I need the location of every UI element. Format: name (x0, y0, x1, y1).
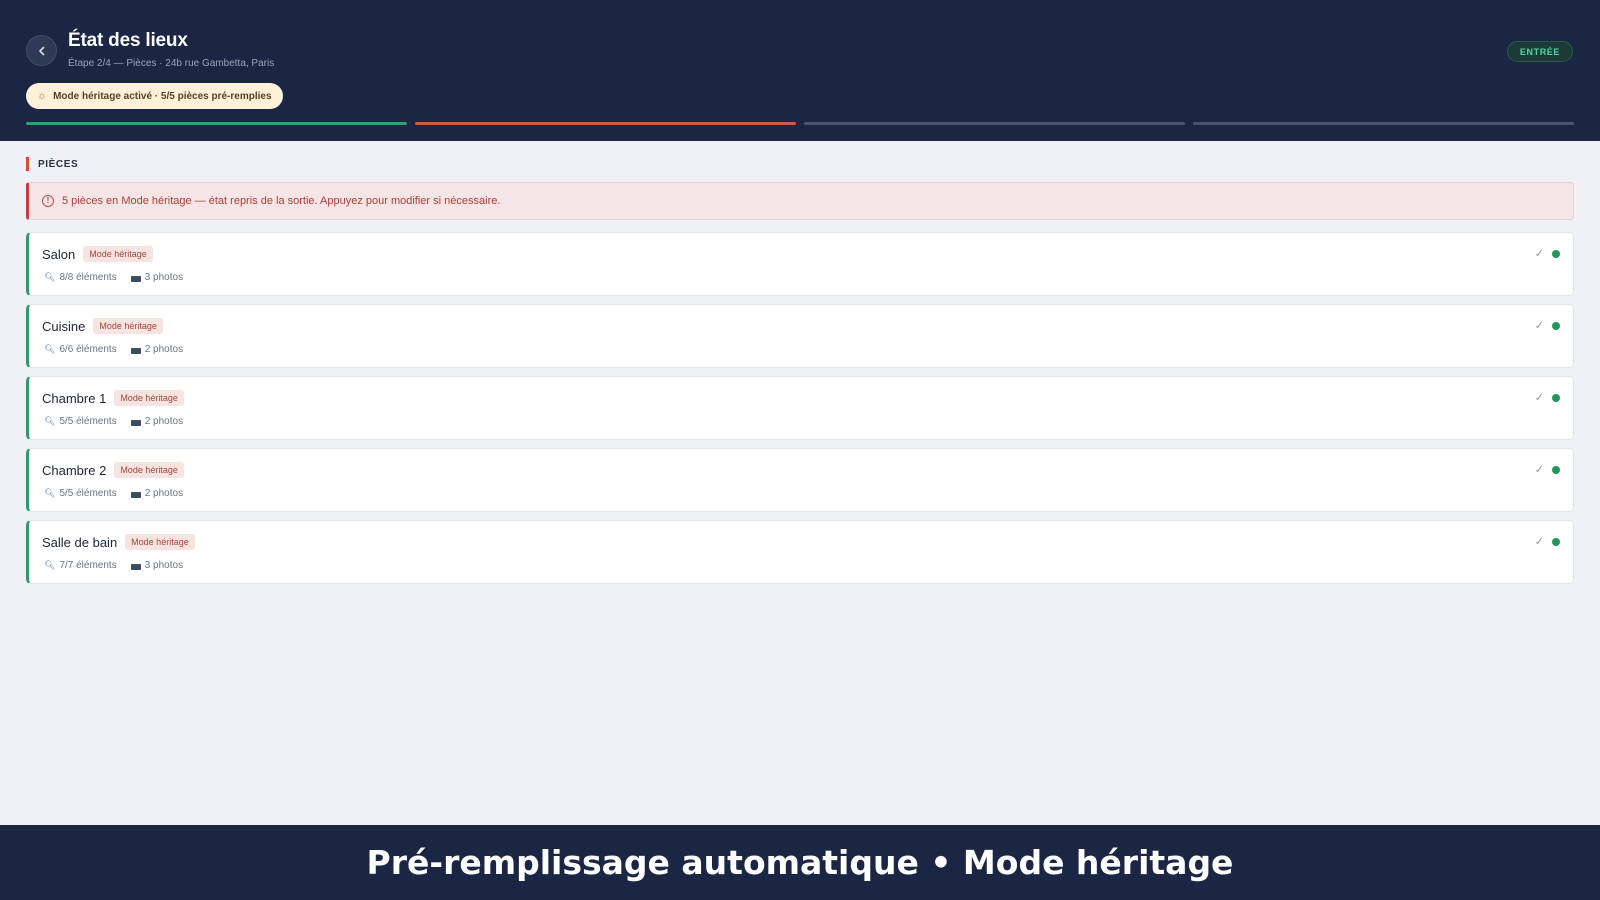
check-icon: ✓ (1534, 248, 1544, 260)
room-header: Chambre 1 Mode héritage (42, 390, 184, 406)
status-badge: ENTRÉE (1506, 41, 1573, 62)
room-card[interactable]: Salon Mode héritage 🔍︎ 8/8 éléments 3 photos… (26, 232, 1574, 296)
elements-count-label: 5/5 éléments (59, 488, 117, 499)
alert-circle-icon: ! (42, 195, 54, 207)
elements-count-label: 8/8 éléments (59, 272, 117, 283)
progress-step-4 (1193, 122, 1574, 125)
room-meta: 🔍︎ 8/8 éléments 3 photos (44, 272, 183, 283)
room-card[interactable]: Chambre 2 Mode héritage 🔍︎ 5/5 éléments 2 ph… (26, 448, 1574, 512)
magnifier-icon: 🔍︎ (44, 272, 56, 282)
back-button[interactable] (26, 35, 57, 66)
elements-count: 🔍︎ 6/6 éléments (44, 344, 117, 355)
photos-count-label: 3 photos (144, 560, 184, 571)
room-meta: 🔍︎ 7/7 éléments 3 photos (44, 560, 183, 571)
room-name: Chambre 1 (42, 390, 107, 406)
heritage-tag: Mode héritage (114, 390, 184, 406)
camera-icon (130, 563, 141, 570)
check-icon: ✓ (1534, 464, 1544, 476)
section-title: PIÈCES (26, 157, 78, 171)
elements-count-label: 7/7 éléments (59, 560, 117, 571)
room-list: Salon Mode héritage 🔍︎ 8/8 éléments 3 photos… (26, 232, 1574, 592)
check-icon: ✓ (1534, 392, 1544, 404)
progress-step-1 (26, 122, 407, 125)
heritage-tag: Mode héritage (93, 318, 163, 334)
photos-count-label: 3 photos (144, 272, 184, 283)
status-dot (1552, 249, 1560, 258)
status-dot (1552, 537, 1560, 546)
page-subtitle: Étape 2/4 — Pièces · 24b rue Gambetta, P… (68, 58, 275, 69)
status-dot (1552, 321, 1560, 330)
alert-text: 5 pièces en Mode héritage — état repris … (62, 195, 501, 207)
photos-count: 2 photos (130, 488, 184, 499)
progress-step-3 (804, 122, 1185, 125)
room-status: ✓ (1535, 535, 1560, 548)
photos-count-label: 2 photos (144, 344, 184, 355)
magnifier-icon: 🔍︎ (44, 488, 56, 498)
caption-text: Pré-remplissage automatique • Mode hérit… (366, 843, 1234, 882)
heritage-mode-pill[interactable]: ☼ Mode héritage activé · 5/5 pièces pré-… (26, 83, 283, 109)
room-name: Chambre 2 (42, 462, 107, 478)
progress-step-2 (415, 122, 796, 125)
room-meta: 🔍︎ 5/5 éléments 2 photos (44, 416, 183, 427)
room-card[interactable]: Cuisine Mode héritage 🔍︎ 6/6 éléments 2 phot… (26, 304, 1574, 368)
photos-count: 3 photos (130, 560, 184, 571)
heritage-tag: Mode héritage (125, 534, 195, 550)
room-header: Chambre 2 Mode héritage (42, 462, 184, 478)
step-progress-bar (26, 122, 1574, 125)
camera-icon (130, 275, 141, 282)
check-icon: ✓ (1534, 536, 1544, 548)
camera-icon (130, 419, 141, 426)
magnifier-icon: 🔍︎ (44, 344, 56, 354)
page-title: État des lieux (68, 30, 188, 51)
room-card[interactable]: Salle de bain Mode héritage 🔍︎ 7/7 éléments… (26, 520, 1574, 584)
photos-count: 2 photos (130, 344, 184, 355)
heritage-tag: Mode héritage (114, 462, 184, 478)
heritage-mode-label: Mode héritage activé · 5/5 pièces pré-re… (53, 90, 272, 102)
photos-count: 2 photos (130, 416, 184, 427)
elements-count: 🔍︎ 5/5 éléments (44, 488, 117, 499)
camera-icon (130, 347, 141, 354)
room-name: Salle de bain (42, 534, 118, 550)
elements-count: 🔍︎ 7/7 éléments (44, 560, 117, 571)
chevron-left-icon (38, 46, 44, 55)
caption-bar: Pré-remplissage automatique • Mode hérit… (0, 825, 1600, 900)
photos-count-label: 2 photos (144, 488, 184, 499)
magnifier-icon: 🔍︎ (44, 560, 56, 570)
room-meta: 🔍︎ 6/6 éléments 2 photos (44, 344, 183, 355)
room-status: ✓ (1535, 247, 1560, 260)
check-icon: ✓ (1534, 320, 1544, 332)
status-dot (1552, 393, 1560, 402)
room-status: ✓ (1535, 463, 1560, 476)
room-header: Salon Mode héritage (42, 246, 153, 262)
camera-icon (130, 491, 141, 498)
elements-count-label: 6/6 éléments (59, 344, 117, 355)
elements-count-label: 5/5 éléments (59, 416, 117, 427)
room-card[interactable]: Chambre 1 Mode héritage 🔍︎ 5/5 éléments 2 ph… (26, 376, 1574, 440)
heritage-tag: Mode héritage (83, 246, 153, 262)
room-header: Cuisine Mode héritage (42, 318, 163, 334)
room-header: Salle de bain Mode héritage (42, 534, 195, 550)
photos-count-label: 2 photos (144, 416, 184, 427)
room-name: Salon (42, 246, 76, 262)
magnifier-icon: 🔍︎ (44, 416, 56, 426)
sun-icon: ☼ (37, 89, 48, 102)
room-status: ✓ (1535, 319, 1560, 332)
room-name: Cuisine (42, 318, 86, 334)
heritage-alert-banner[interactable]: ! 5 pièces en Mode héritage — état repri… (26, 182, 1574, 220)
room-meta: 🔍︎ 5/5 éléments 2 photos (44, 488, 183, 499)
elements-count: 🔍︎ 8/8 éléments (44, 272, 117, 283)
app-header: État des lieux Étape 2/4 — Pièces · 24b … (0, 0, 1600, 141)
elements-count: 🔍︎ 5/5 éléments (44, 416, 117, 427)
status-dot (1552, 465, 1560, 474)
room-status: ✓ (1535, 391, 1560, 404)
photos-count: 3 photos (130, 272, 184, 283)
